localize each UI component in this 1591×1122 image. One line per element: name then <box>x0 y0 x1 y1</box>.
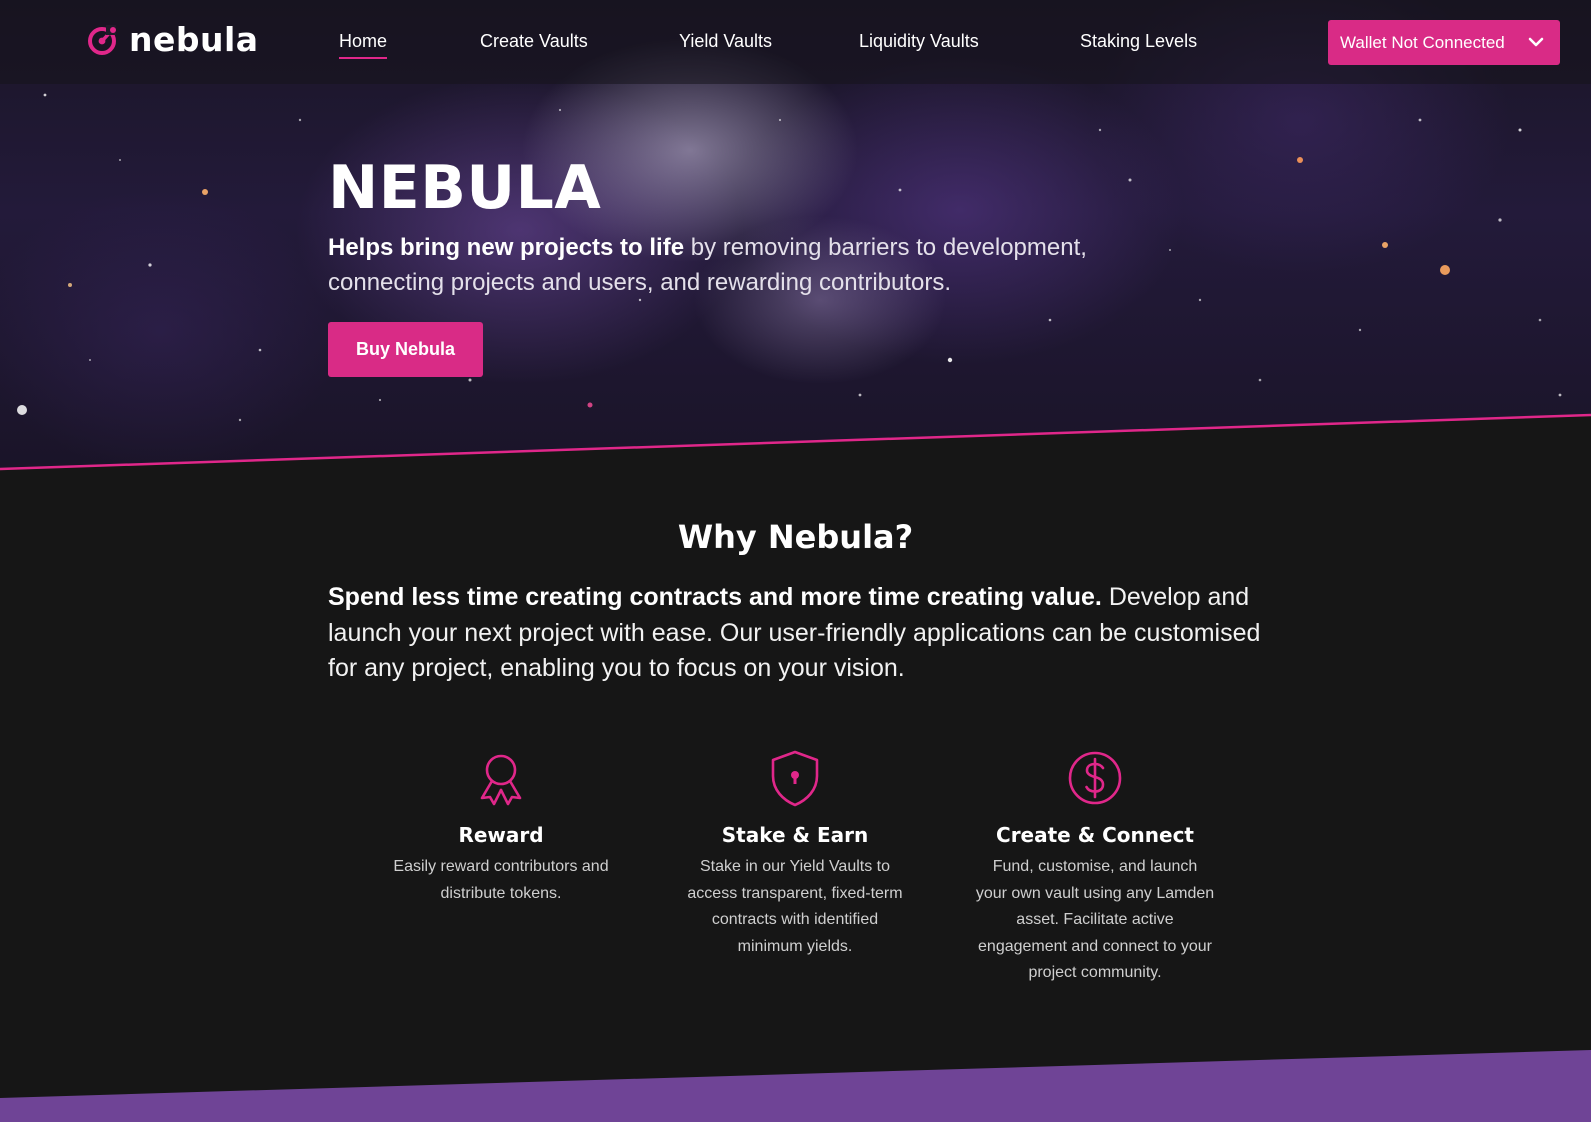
bottom-purple-band <box>0 1050 1591 1122</box>
logo-text: nebula <box>129 20 259 59</box>
nav-link-home[interactable]: Home <box>339 29 388 59</box>
nav-link-yield-vaults[interactable]: Yield Vaults <box>679 29 772 53</box>
feature-description: Easily reward contributors and distribut… <box>393 858 609 902</box>
award-ribbon-icon <box>480 754 522 806</box>
navbar: nebula Home Create Vaults Yield Vaults L… <box>0 0 1591 84</box>
buy-nebula-button[interactable]: Buy Nebula <box>328 322 483 377</box>
feature-title: Stake & Earn <box>721 823 869 847</box>
page: nebula Home Create Vaults Yield Vaults L… <box>0 0 1591 1122</box>
logo-mark-icon <box>88 25 116 55</box>
wallet-button-label: Wallet Not Connected <box>1340 32 1505 52</box>
feature-stake-earn: Stake & Earn Stake in our Yield Vaults t… <box>685 748 905 960</box>
hero-subtitle: Helps bring new projects to life by remo… <box>328 230 1208 300</box>
logo[interactable]: nebula <box>87 22 259 58</box>
feature-description: Fund, customise, and launch your own vau… <box>975 858 1215 981</box>
feature-title: Create & Connect <box>996 823 1194 847</box>
why-section-text: Spend less time creating contracts and m… <box>328 580 1263 687</box>
dollar-circle-icon <box>1068 751 1122 805</box>
nav-link-staking-levels[interactable]: Staking Levels <box>1080 29 1197 53</box>
nav-link-liquidity-vaults[interactable]: Liquidity Vaults <box>859 29 979 53</box>
shield-lock-icon <box>771 750 819 807</box>
why-text-bold: Spend less time creating contracts and m… <box>328 583 1102 611</box>
feature-create-connect: Create & Connect Fund, customise, and la… <box>975 748 1215 987</box>
wallet-connect-button[interactable]: Wallet Not Connected <box>1328 20 1560 65</box>
feature-reward: Reward Easily reward contributors and di… <box>390 748 612 907</box>
hero-subtitle-bold: Helps bring new projects to life <box>328 234 685 261</box>
hero-title: NEBULA <box>328 153 602 223</box>
why-section-title: Why Nebula? <box>677 518 914 556</box>
chevron-down-icon <box>1528 37 1544 47</box>
feature-title: Reward <box>458 823 544 847</box>
nav-link-create-vaults[interactable]: Create Vaults <box>480 29 588 53</box>
feature-description: Stake in our Yield Vaults to access tran… <box>687 858 903 955</box>
